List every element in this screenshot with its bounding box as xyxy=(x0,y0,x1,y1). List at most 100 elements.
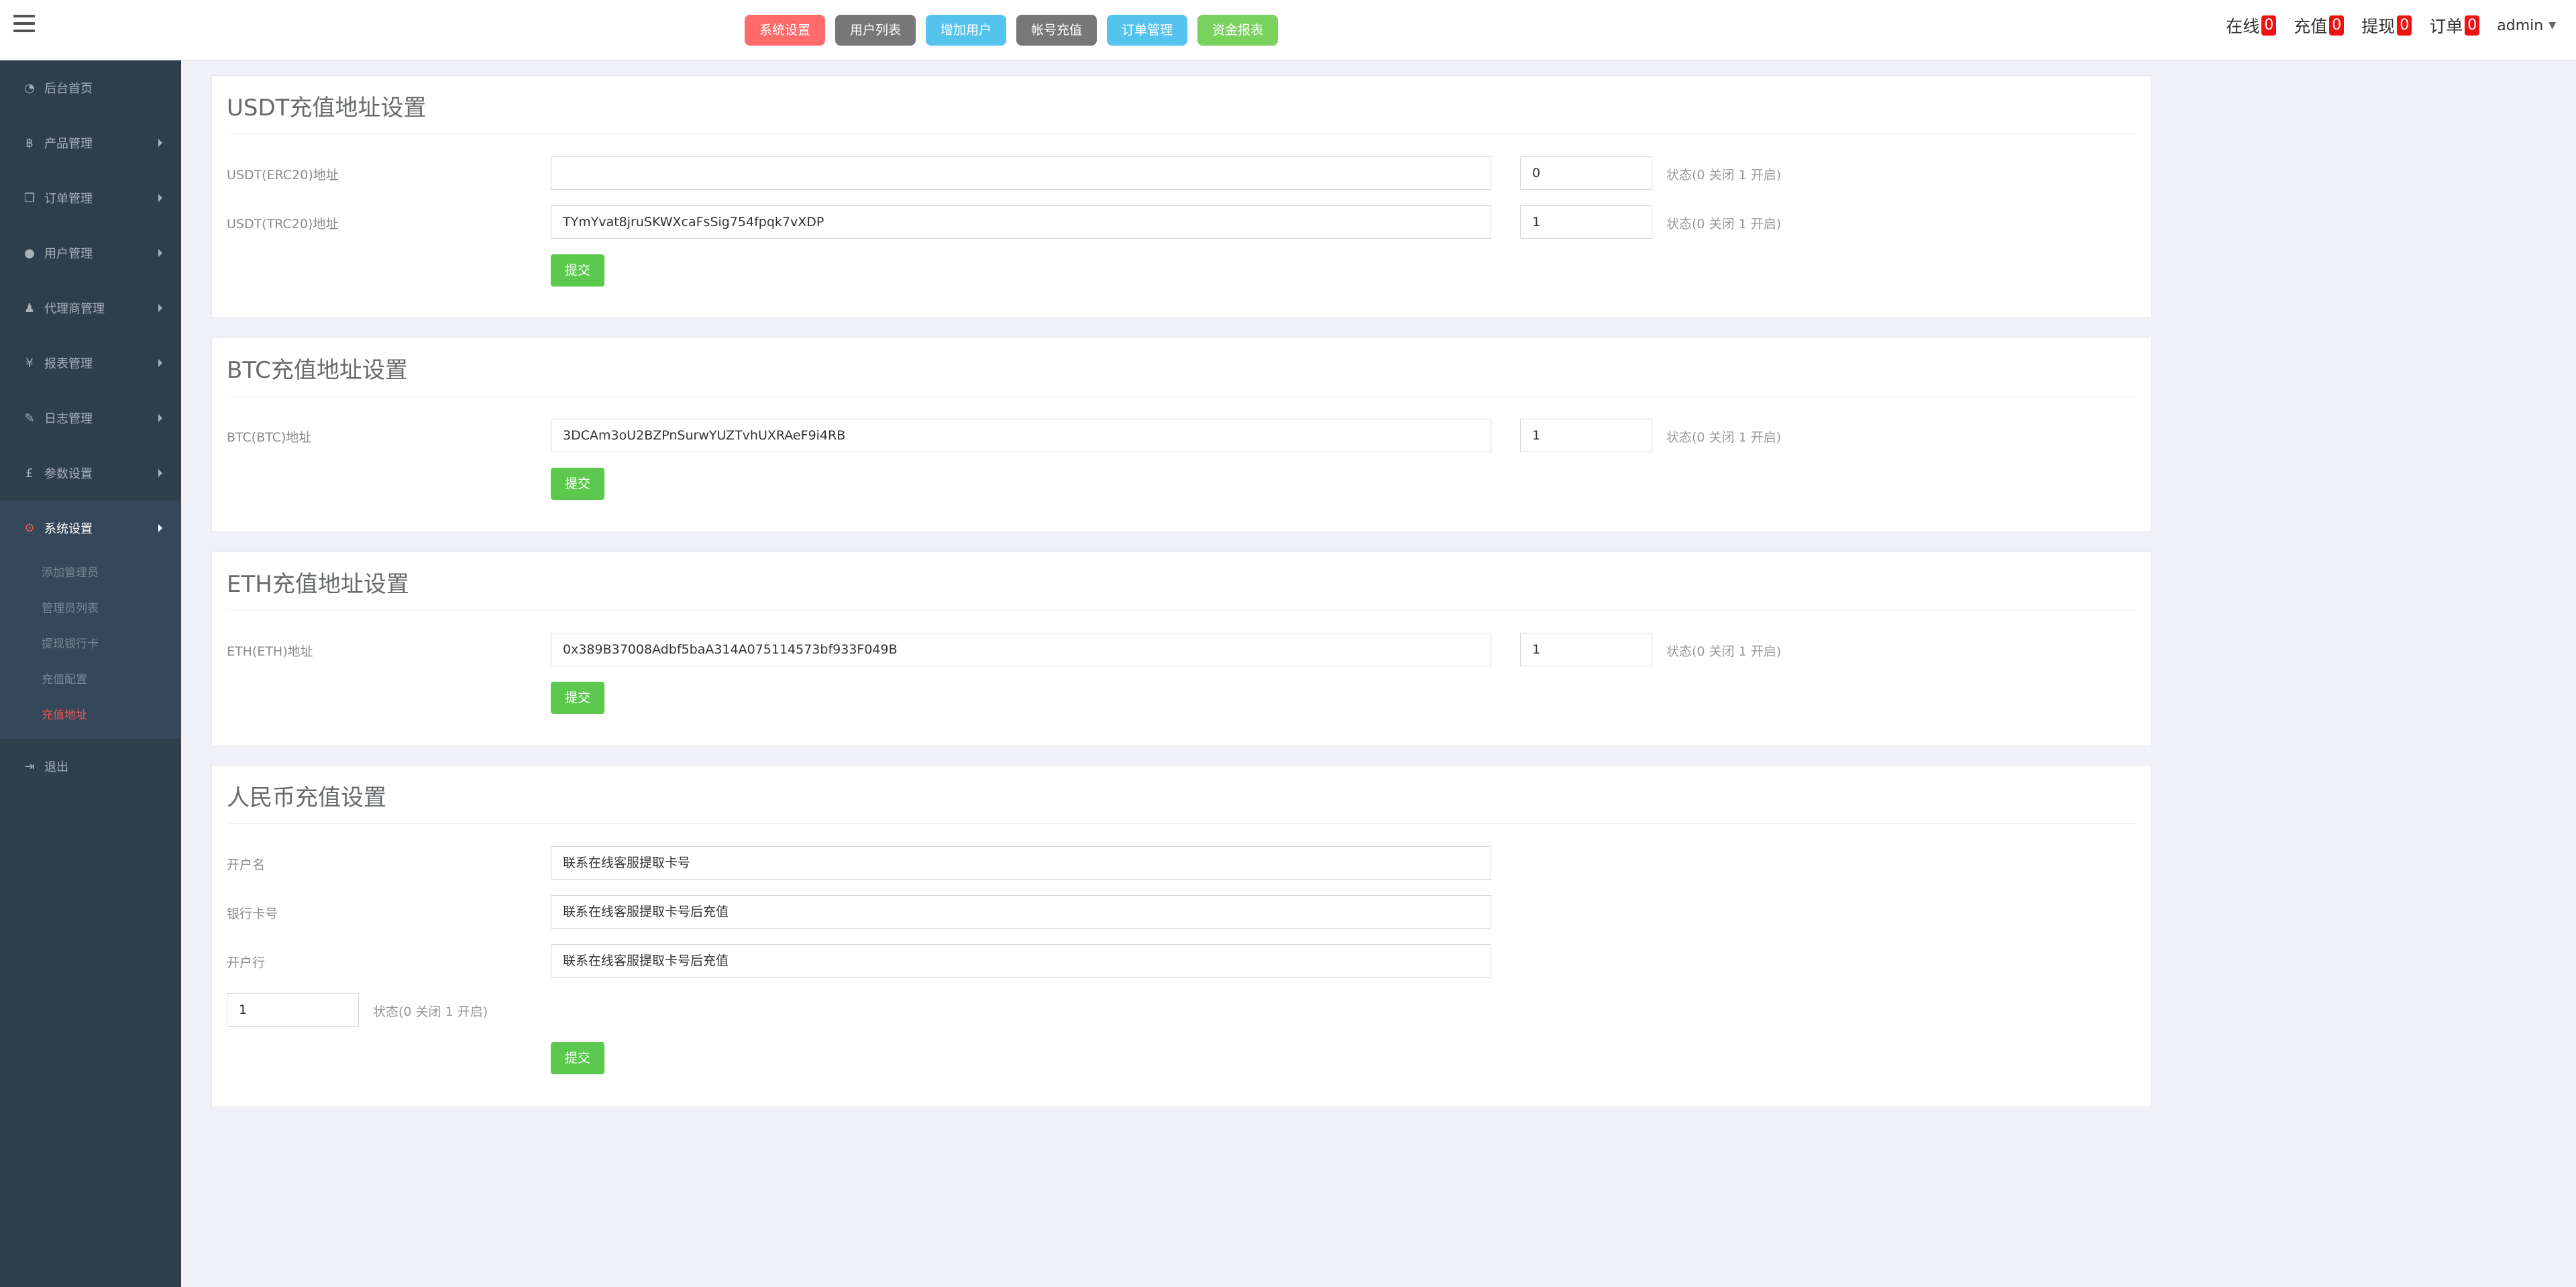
sidebar-item-label: 产品管理 xyxy=(44,137,93,151)
divider xyxy=(227,396,2137,397)
tag-icon: ✎ xyxy=(24,411,35,425)
hamburger-menu-icon[interactable] xyxy=(13,15,35,35)
user-list-button[interactable]: 用户列表 xyxy=(835,15,916,46)
recharge-label: 充值 xyxy=(2294,17,2328,36)
sign-out-icon: ⇥ xyxy=(24,759,35,774)
withdraw-label: 提现 xyxy=(2361,17,2396,36)
eth-address-label: ETH(ETH)地址 xyxy=(227,644,313,659)
funds-report-button[interactable]: 资金报表 xyxy=(1197,15,1279,46)
sidebar-item-dashboard[interactable]: ◔ 后台首页 xyxy=(0,60,181,115)
status-hint: 状态(0 关闭 1 开启) xyxy=(373,1005,488,1019)
usdt-settings-panel: USDT充值地址设置 USDT(ERC20)地址 0 状态(0 关闭 1 开启)… xyxy=(211,75,2152,318)
submenu-recharge-config[interactable]: 充值配置 xyxy=(0,662,181,698)
order-count-badge: 0 xyxy=(2465,15,2480,36)
sidebar-item-label: 代理商管理 xyxy=(44,302,105,316)
username: admin xyxy=(2497,17,2544,34)
sidebar-item-logout[interactable]: ⇥ 退出 xyxy=(0,739,181,794)
online-label: 在线 xyxy=(2226,17,2260,36)
usdt-trc20-label: USDT(TRC20)地址 xyxy=(227,217,339,231)
sidebar-item-reports[interactable]: ¥ 报表管理 xyxy=(0,336,181,391)
system-settings-button[interactable]: 系统设置 xyxy=(745,15,826,46)
btc-address-label: BTC(BTC)地址 xyxy=(227,430,312,445)
btc-status-input[interactable]: 1 xyxy=(1520,419,1652,452)
status-hint: 状态(0 关闭 1 开启) xyxy=(1666,168,1782,183)
quick-nav-buttons: 系统设置 用户列表 增加用户 帐号充值 订单管理 资金报表 xyxy=(745,15,1279,46)
rmb-submit-button[interactable]: 提交 xyxy=(551,1042,604,1074)
submenu-admin-list[interactable]: 管理员列表 xyxy=(0,591,181,627)
chevron-right-icon xyxy=(158,304,162,312)
panel-title: ETH充值地址设置 xyxy=(227,571,409,598)
main-content: USDT充值地址设置 USDT(ERC20)地址 0 状态(0 关闭 1 开启)… xyxy=(181,60,2576,1287)
system-submenu: 添加管理员 管理员列表 提现银行卡 充值配置 充值地址 xyxy=(0,556,181,739)
usdt-erc20-label: USDT(ERC20)地址 xyxy=(227,168,339,183)
user-menu[interactable]: admin ▼ xyxy=(2497,17,2556,34)
withdraw-count-badge: 0 xyxy=(2397,15,2412,36)
card-number-input[interactable]: 联系在线客服提取卡号后充值 xyxy=(551,895,1491,929)
usdt-erc20-address-input[interactable] xyxy=(551,156,1491,190)
sidebar-item-params[interactable]: £ 参数设置 xyxy=(0,446,181,501)
order-label: 订单 xyxy=(2429,17,2463,36)
rmb-status-input[interactable]: 1 xyxy=(227,993,359,1027)
eth-settings-panel: ETH充值地址设置 ETH(ETH)地址 0x389B37008Adbf5baA… xyxy=(211,552,2152,746)
order-management-button[interactable]: 订单管理 xyxy=(1107,15,1188,46)
usdt-trc20-status-input[interactable]: 1 xyxy=(1520,205,1652,239)
chevron-right-icon xyxy=(158,469,162,477)
sidebar-item-system[interactable]: ⚙ 系统设置 xyxy=(0,501,181,556)
eth-status-input[interactable]: 1 xyxy=(1520,633,1652,666)
sidebar-item-label: 用户管理 xyxy=(44,247,93,261)
submenu-withdraw-card[interactable]: 提现银行卡 xyxy=(0,627,181,662)
recharge-count-badge: 0 xyxy=(2329,15,2345,36)
sidebar-item-label: 退出 xyxy=(44,760,68,774)
sidebar-item-label: 日志管理 xyxy=(44,412,93,426)
btc-address-input[interactable]: 3DCAm3oU2BZPnSurwYUZTvhUXRAeF9i4RB xyxy=(551,419,1491,452)
submenu-recharge-address[interactable]: 充值地址 xyxy=(0,698,181,733)
btc-submit-button[interactable]: 提交 xyxy=(551,468,604,500)
rmb-settings-panel: 人民币充值设置 开户名 联系在线客服提取卡号 银行卡号 联系在线客服提取卡号后充… xyxy=(211,765,2152,1107)
chevron-down-icon: ▼ xyxy=(2548,20,2556,31)
usdt-erc20-status-input[interactable]: 0 xyxy=(1520,156,1652,190)
account-recharge-button[interactable]: 帐号充值 xyxy=(1016,15,1097,46)
card-number-label: 银行卡号 xyxy=(227,907,278,921)
bank-name-label: 开户行 xyxy=(227,956,266,970)
sidebar-item-agents[interactable]: ♟ 代理商管理 xyxy=(0,280,181,336)
chevron-right-icon xyxy=(158,249,162,257)
add-user-button[interactable]: 增加用户 xyxy=(926,15,1007,46)
chevron-right-icon xyxy=(158,414,162,422)
order-stat[interactable]: 订单 0 xyxy=(2429,13,2480,38)
divider xyxy=(227,610,2137,611)
withdraw-stat[interactable]: 提现 0 xyxy=(2361,13,2412,38)
usdt-submit-button[interactable]: 提交 xyxy=(551,254,604,287)
eth-address-input[interactable]: 0x389B37008Adbf5baA314A075114573bf933F04… xyxy=(551,633,1491,666)
recharge-stat[interactable]: 充值 0 xyxy=(2294,13,2345,38)
submenu-add-admin[interactable]: 添加管理员 xyxy=(0,556,181,591)
sidebar-item-users[interactable]: ● 用户管理 xyxy=(0,225,181,280)
dashboard-icon: ◔ xyxy=(24,81,35,95)
sidebar-item-logs[interactable]: ✎ 日志管理 xyxy=(0,391,181,446)
eth-submit-button[interactable]: 提交 xyxy=(551,682,604,714)
btc-settings-panel: BTC充值地址设置 BTC(BTC)地址 3DCAm3oU2BZPnSurwYU… xyxy=(211,338,2152,532)
panel-title: BTC充值地址设置 xyxy=(227,357,408,384)
status-hint: 状态(0 关闭 1 开启) xyxy=(1666,217,1782,231)
copy-icon: ❐ xyxy=(23,191,36,205)
top-bar: 系统设置 用户列表 增加用户 帐号充值 订单管理 资金报表 在线 0 充值 0 提现… xyxy=(0,0,2576,60)
divider xyxy=(227,823,2137,824)
online-stat[interactable]: 在线 0 xyxy=(2226,13,2277,38)
status-hint: 状态(0 关闭 1 开启) xyxy=(1666,430,1782,445)
sidebar-item-label: 报表管理 xyxy=(44,357,93,371)
sidebar-item-orders[interactable]: ❐ 订单管理 xyxy=(0,170,181,225)
cogs-icon: ⚙ xyxy=(23,521,36,535)
chevron-right-icon xyxy=(158,359,162,367)
sidebar: ◔ 后台首页 ฿ 产品管理 ❐ 订单管理 ● 用户管理 ♟ 代理商管理 ¥ 报表… xyxy=(0,60,181,1287)
users-icon: ♟ xyxy=(23,301,36,315)
bank-name-input[interactable]: 联系在线客服提取卡号后充值 xyxy=(551,944,1491,978)
sidebar-item-label: 系统设置 xyxy=(44,522,93,536)
account-name-input[interactable]: 联系在线客服提取卡号 xyxy=(551,846,1491,880)
yen-icon: ¥ xyxy=(25,356,34,370)
pound-icon: £ xyxy=(25,466,34,480)
sidebar-item-products[interactable]: ฿ 产品管理 xyxy=(0,115,181,170)
sidebar-item-label: 后台首页 xyxy=(44,82,93,96)
sidebar-item-label: 参数设置 xyxy=(44,467,93,481)
panel-title: 人民币充值设置 xyxy=(227,784,386,811)
top-right-stats: 在线 0 充值 0 提现 0 订单 0 admin ▼ xyxy=(2226,12,2556,39)
usdt-trc20-address-input[interactable]: TYmYvat8jruSKWXcaFsSig754fpqk7vXDP xyxy=(551,205,1491,239)
